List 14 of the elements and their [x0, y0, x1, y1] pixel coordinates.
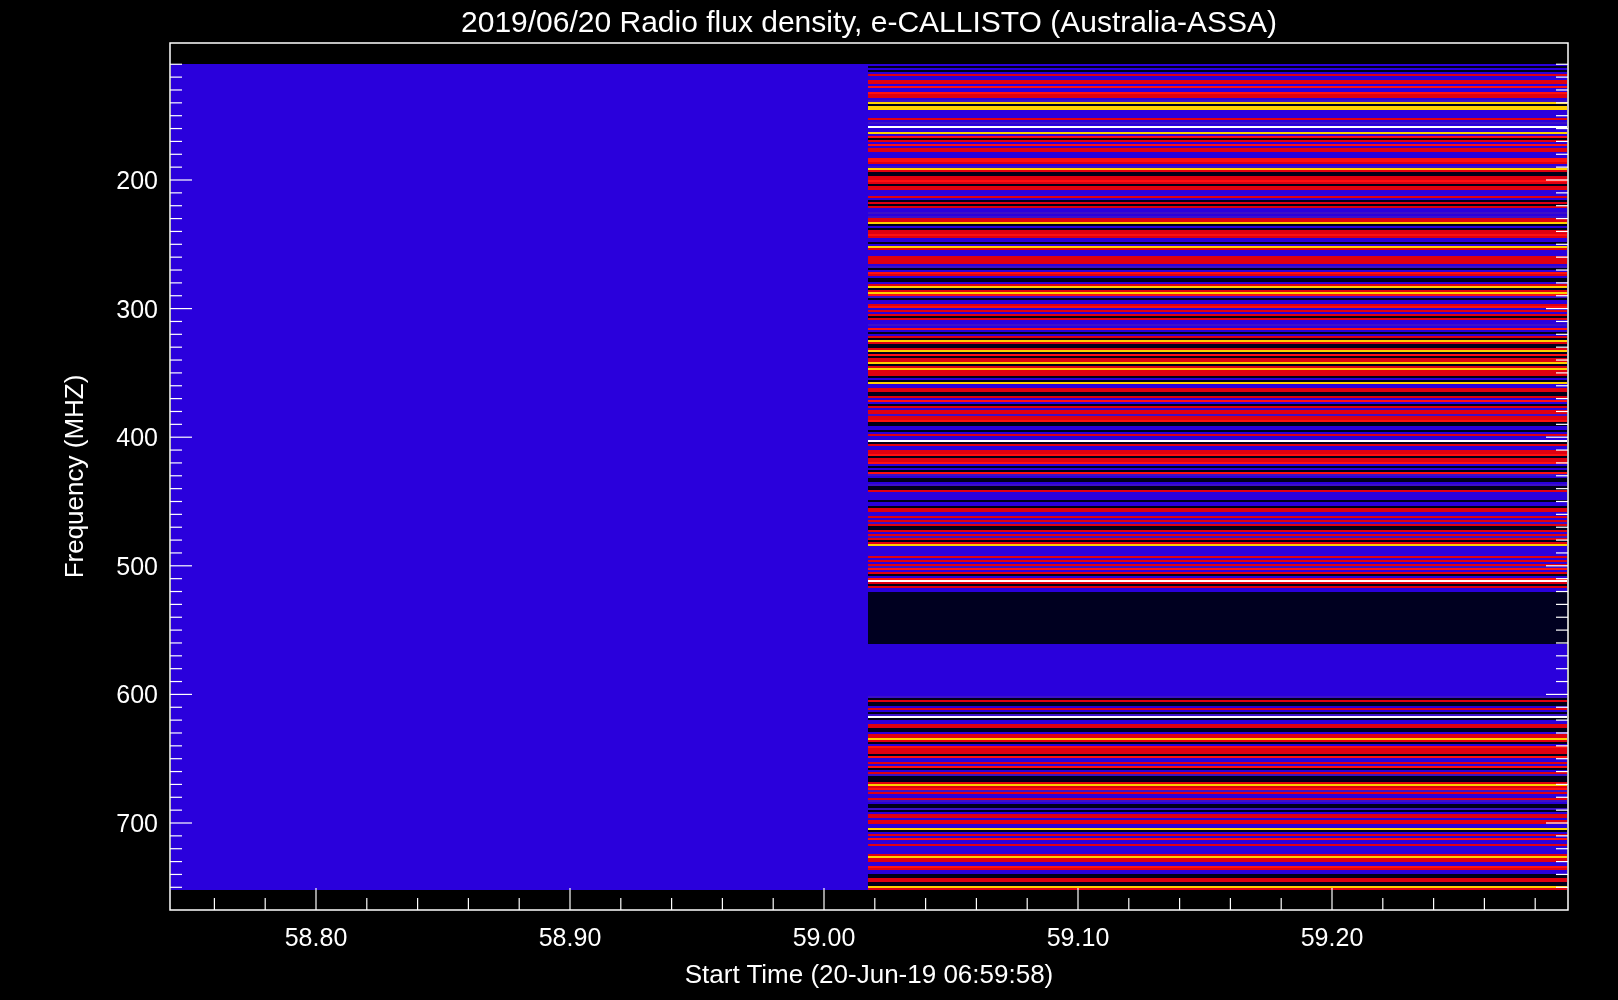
- y-tick-label: 400: [116, 423, 158, 452]
- x-tick-label: 59.10: [1046, 923, 1110, 951]
- y-tick-label: 200: [116, 166, 158, 194]
- chart-title: 2019/06/20 Radio flux density, e-CALLISTO (Australia-ASSA): [461, 5, 1277, 38]
- y-tick-label: 600: [116, 680, 158, 709]
- x-tick-label: 58.80: [284, 923, 348, 951]
- x-tick-label: 59.00: [792, 923, 856, 951]
- x-tick-label: 59.20: [1300, 923, 1364, 951]
- y-tick-label: 700: [116, 809, 158, 837]
- y-tick-label: 300: [116, 294, 158, 323]
- x-tick-label: 58.90: [538, 923, 602, 951]
- y-tick-label: 500: [116, 551, 158, 580]
- y-axis-label: Frequency (MHZ): [59, 374, 89, 579]
- x-axis-label: Start Time (20-Jun-19 06:59:58): [684, 959, 1054, 989]
